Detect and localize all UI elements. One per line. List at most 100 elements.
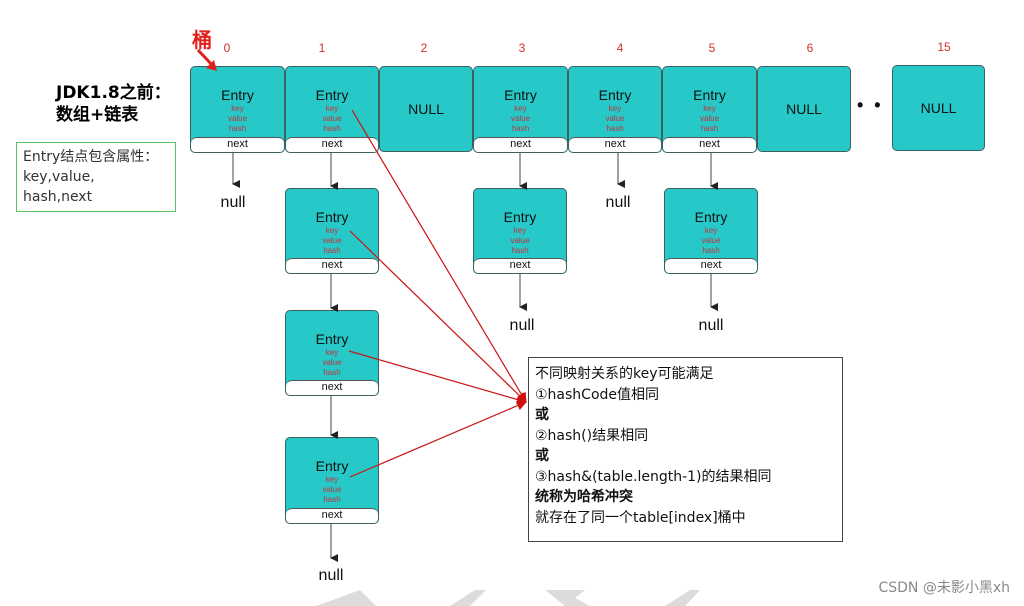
entry-next: next bbox=[474, 137, 567, 152]
field-key: key bbox=[704, 226, 718, 235]
field-value: value bbox=[510, 236, 530, 245]
entry-next: next bbox=[286, 137, 378, 152]
entry-fields: key value hash bbox=[569, 104, 661, 134]
table-cell-15: NULL bbox=[892, 65, 985, 151]
note-line-3: 或 bbox=[535, 407, 549, 423]
entry-next: next bbox=[191, 137, 284, 152]
null-terminator-4: null bbox=[605, 194, 631, 211]
csdn-watermark: CSDN @未影小黑xh bbox=[878, 580, 1010, 596]
field-hash: hash bbox=[606, 124, 624, 133]
entry-fields: key value hash bbox=[474, 226, 566, 256]
index-label-1: 1 bbox=[318, 41, 326, 55]
note-line-5: 或 bbox=[535, 448, 549, 464]
entry-fields: key value hash bbox=[286, 226, 378, 256]
watermark-shape-2 bbox=[450, 590, 486, 606]
entry-name: Entry bbox=[315, 209, 349, 225]
field-hash: hash bbox=[323, 124, 341, 133]
table-cell-6: NULL bbox=[757, 66, 851, 152]
null-terminator-0: null bbox=[220, 194, 246, 211]
field-key: key bbox=[325, 226, 339, 235]
field-key: key bbox=[608, 104, 622, 113]
entry-next: next bbox=[286, 380, 378, 395]
entry-name: Entry bbox=[504, 87, 537, 103]
null-terminator-1: null bbox=[318, 567, 344, 584]
chain-node-1-1: Entry key value hash next bbox=[285, 188, 379, 274]
field-hash: hash bbox=[228, 124, 247, 133]
entry-name: Entry bbox=[315, 458, 349, 474]
null-cell-label: NULL bbox=[920, 100, 957, 116]
entry-fields: key value hash bbox=[663, 104, 756, 134]
entry-fields: key value hash bbox=[665, 226, 757, 256]
note-line-2: ①hashCode值相同 bbox=[535, 386, 660, 403]
entry-name: Entry bbox=[221, 87, 254, 103]
field-value: value bbox=[322, 485, 342, 494]
entry-fields: key value hash bbox=[286, 104, 378, 134]
entry-name: Entry bbox=[693, 87, 726, 103]
null-cell-label: NULL bbox=[786, 101, 822, 117]
note-line-8: 就存在了同一个table[index]桶中 bbox=[535, 509, 746, 526]
field-key: key bbox=[231, 104, 244, 113]
index-label-6: 6 bbox=[806, 41, 814, 55]
hash-collision-note: 不同映射关系的key可能满足 ①hashCode值相同 或 ②hash()结果相… bbox=[528, 357, 843, 542]
entry-name: Entry bbox=[503, 209, 537, 225]
watermark-shape-1 bbox=[316, 590, 376, 606]
field-hash: hash bbox=[702, 246, 720, 255]
table-cell-2: NULL bbox=[379, 66, 473, 152]
field-value: value bbox=[227, 114, 248, 123]
index-label-3: 3 bbox=[518, 41, 526, 55]
field-value: value bbox=[699, 114, 720, 123]
entry-name: Entry bbox=[694, 209, 728, 225]
field-key: key bbox=[513, 226, 527, 235]
entry-name: Entry bbox=[315, 87, 349, 103]
entry-name: Entry bbox=[315, 331, 349, 347]
chain-node-5-1: Entry key value hash next bbox=[664, 188, 758, 274]
table-cell-5: Entry key value hash next bbox=[662, 66, 757, 153]
field-hash: hash bbox=[700, 124, 719, 133]
null-cell-label: NULL bbox=[408, 101, 444, 117]
entry-next: next bbox=[665, 258, 757, 273]
index-label-4: 4 bbox=[616, 41, 624, 55]
table-cell-4: Entry key value hash next bbox=[568, 66, 662, 153]
field-value: value bbox=[510, 114, 531, 123]
table-cell-3: Entry key value hash next bbox=[473, 66, 568, 153]
entry-fields: key value hash bbox=[474, 104, 567, 134]
index-label-0: 0 bbox=[223, 41, 231, 55]
entry-fields: key value hash bbox=[191, 104, 284, 134]
table-cell-0: Entry key value hash next bbox=[190, 66, 285, 153]
field-hash: hash bbox=[323, 368, 341, 377]
field-value: value bbox=[322, 236, 342, 245]
field-hash: hash bbox=[511, 246, 529, 255]
title-line-2: 数组+链表 bbox=[56, 105, 139, 125]
field-key: key bbox=[325, 104, 339, 113]
entry-next: next bbox=[474, 258, 566, 273]
field-hash: hash bbox=[323, 495, 341, 504]
field-key: key bbox=[325, 475, 339, 484]
index-label-15: 15 bbox=[937, 40, 951, 54]
table-cell-1: Entry key value hash next bbox=[285, 66, 379, 153]
field-hash: hash bbox=[511, 124, 530, 133]
watermark-shape-3 bbox=[545, 590, 590, 606]
null-terminator-5: null bbox=[698, 317, 724, 334]
index-label-5: 5 bbox=[708, 41, 716, 55]
field-value: value bbox=[605, 114, 625, 123]
field-hash: hash bbox=[323, 246, 341, 255]
field-value: value bbox=[701, 236, 721, 245]
entry-next: next bbox=[286, 258, 378, 273]
title-line-1: JDK1.8之前： bbox=[56, 83, 171, 103]
entry-fields: key value hash bbox=[286, 475, 378, 505]
attributes-line-1: Entry结点包含属性： bbox=[23, 149, 159, 165]
entry-next: next bbox=[286, 508, 378, 523]
field-key: key bbox=[514, 104, 527, 113]
entry-attributes-box: Entry结点包含属性： key,value, hash,next bbox=[16, 142, 176, 212]
null-terminator-3: null bbox=[509, 317, 535, 334]
note-line-1: 不同映射关系的key可能满足 bbox=[535, 366, 714, 382]
field-value: value bbox=[322, 358, 342, 367]
entry-name: Entry bbox=[598, 87, 632, 103]
entry-fields: key value hash bbox=[286, 348, 378, 378]
diagram-title: JDK1.8之前： 数组+链表 bbox=[56, 82, 171, 126]
note-line-6: ③hash&(table.length-1)的结果相同 bbox=[535, 468, 772, 485]
chain-node-3-1: Entry key value hash next bbox=[473, 188, 567, 274]
note-line-4: ②hash()结果相同 bbox=[535, 427, 649, 444]
chain-node-1-3: Entry key value hash next bbox=[285, 437, 379, 524]
watermark-shape-4 bbox=[665, 590, 700, 606]
